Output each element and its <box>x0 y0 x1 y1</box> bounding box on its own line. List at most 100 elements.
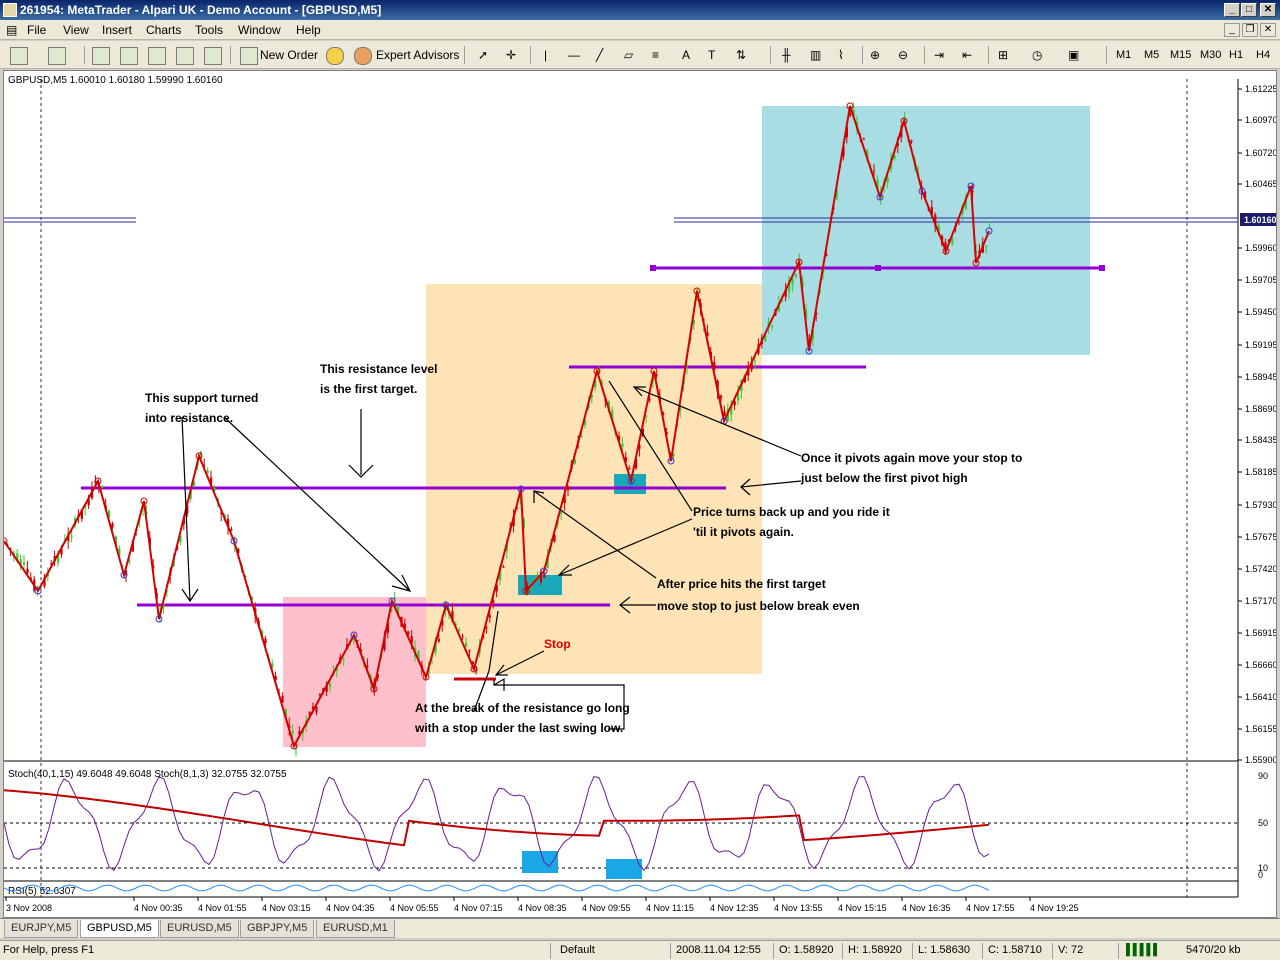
close-button[interactable]: ✕ <box>1260 3 1276 17</box>
candle <box>910 140 913 142</box>
status-volume: V: 72 <box>1058 944 1084 956</box>
periods-icon[interactable]: ◷ <box>1032 46 1042 64</box>
candle <box>458 629 461 631</box>
tab-gbpjpy-m5[interactable]: GBPJPY,M5 <box>240 920 315 938</box>
menu-insert[interactable]: Insert <box>102 23 132 37</box>
chart-shift-icon[interactable]: ⇤ <box>962 46 972 64</box>
menu-window[interactable]: Window <box>238 23 281 37</box>
price-tick: 1.55900 <box>1245 755 1276 765</box>
expert-advisors-button[interactable]: Expert Advisors <box>376 46 459 64</box>
candle <box>437 639 440 642</box>
timeframe-h4[interactable]: H4 <box>1256 47 1270 63</box>
annotation-support-2: into resistance. <box>145 411 233 425</box>
trendline-icon[interactable]: ╱ <box>596 46 603 64</box>
annotation-support-1: This support turned <box>145 391 258 405</box>
profiles-icon[interactable] <box>48 47 66 65</box>
line-chart-icon[interactable]: ⌇ <box>838 46 844 64</box>
mdi-restore-button[interactable]: ❐ <box>1242 23 1258 37</box>
maximize-button[interactable]: □ <box>1241 3 1257 17</box>
text-icon[interactable]: A <box>682 46 690 64</box>
timeframe-m15[interactable]: M15 <box>1170 47 1191 63</box>
timeframe-m30[interactable]: M30 <box>1200 47 1221 63</box>
crosshair-icon[interactable]: ✛ <box>506 46 516 64</box>
menu-view[interactable]: View <box>63 23 89 37</box>
candle <box>230 529 233 531</box>
candle <box>291 730 294 734</box>
menu-bar: ▤ File View Insert Charts Tools Window H… <box>0 20 1280 40</box>
current-price-label: 1.60160 <box>1244 215 1276 225</box>
candle <box>101 486 104 488</box>
fibonacci-icon[interactable]: ≡ <box>652 46 659 64</box>
candle <box>488 615 491 618</box>
indicators-icon[interactable]: ⊞ <box>998 46 1008 64</box>
time-tick: 4 Nov 04:35 <box>326 903 375 913</box>
candle <box>621 443 624 447</box>
candle <box>567 486 570 491</box>
candle <box>628 468 631 470</box>
tab-gbpusd-m5[interactable]: GBPUSD,M5 <box>80 920 159 938</box>
arrows-icon[interactable]: ⇅ <box>736 46 746 64</box>
data-window-icon[interactable] <box>120 47 138 65</box>
terminal-icon[interactable] <box>176 47 194 65</box>
channel-icon[interactable]: ▱ <box>624 46 633 64</box>
label-icon[interactable]: T <box>708 46 715 64</box>
candle <box>873 170 876 172</box>
annotation-stop: Stop <box>544 637 571 651</box>
menu-charts[interactable]: Charts <box>146 23 181 37</box>
annotation-resist-2: is the first target. <box>320 382 417 396</box>
window-title: 261954: MetaTrader - Alpari UK - Demo Ac… <box>20 3 382 17</box>
menu-tools[interactable]: Tools <box>195 23 223 37</box>
market-watch-icon[interactable] <box>92 47 110 65</box>
timeframe-h1[interactable]: H1 <box>1229 47 1243 63</box>
chart-window[interactable]: This support turned into resistance. Thi… <box>3 70 1277 918</box>
price-tick: 1.60465 <box>1245 179 1276 189</box>
tab-eurusd-m1[interactable]: EURUSD,M1 <box>316 920 395 938</box>
tab-eurusd-m5[interactable]: EURUSD,M5 <box>160 920 239 938</box>
zoom-out-icon[interactable]: ⊖ <box>898 46 908 64</box>
bar-chart-icon[interactable]: ╫ <box>782 46 791 64</box>
price-tick: 1.61225 <box>1245 84 1276 94</box>
price-tick: 1.60720 <box>1245 148 1276 158</box>
zoom-in-icon[interactable]: ⊕ <box>870 46 880 64</box>
price-tick: 1.56660 <box>1245 660 1276 670</box>
status-open: O: 1.58920 <box>779 944 834 956</box>
templates-icon[interactable]: ▣ <box>1068 46 1079 64</box>
cursor-icon[interactable]: ➚ <box>478 46 488 64</box>
status-traffic: 5470/20 kb <box>1186 944 1241 956</box>
expert-advisors-icon[interactable] <box>354 47 372 65</box>
status-profile: Default <box>560 944 595 956</box>
status-time: 2008.11.04 12:55 <box>676 944 761 956</box>
candlestick-icon[interactable]: ▥ <box>810 46 821 64</box>
annotation-ride-2: 'til it pivots again. <box>693 525 794 539</box>
new-order-button[interactable]: New Order <box>260 46 318 64</box>
minimize-button[interactable]: _ <box>1224 3 1240 17</box>
status-bar: For Help, press F1 Default 2008.11.04 12… <box>0 940 1280 960</box>
time-tick: 4 Nov 19:25 <box>1030 903 1079 913</box>
tab-eurjpy-m5[interactable]: EURJPY,M5 <box>4 920 79 938</box>
timeframe-m5[interactable]: M5 <box>1144 47 1159 63</box>
new-chart-icon[interactable] <box>10 47 28 65</box>
price-tick: 1.59960 <box>1245 243 1276 253</box>
menu-help[interactable]: Help <box>296 23 321 37</box>
mdi-minimize-button[interactable]: _ <box>1224 23 1240 37</box>
candle <box>23 562 26 565</box>
menu-file[interactable]: File <box>27 23 46 37</box>
timeframe-m1[interactable]: M1 <box>1116 47 1131 63</box>
rsi-line <box>4 884 990 892</box>
metaeditor-icon[interactable] <box>326 47 344 65</box>
vertical-line-icon[interactable]: | <box>544 46 547 64</box>
price-tick: 1.58435 <box>1245 435 1276 445</box>
horizontal-line-icon[interactable]: — <box>568 46 580 64</box>
navigator-icon[interactable] <box>148 47 166 65</box>
auto-scroll-icon[interactable]: ⇥ <box>934 46 944 64</box>
time-tick: 4 Nov 01:55 <box>198 903 247 913</box>
price-chart[interactable]: This support turned into resistance. Thi… <box>4 71 1276 917</box>
price-tick: 1.59450 <box>1245 307 1276 317</box>
stoch-header: Stoch(40,1,15) 49.6048 49.6048 Stoch(8,1… <box>8 769 287 780</box>
price-tick: 1.58690 <box>1245 404 1276 414</box>
tester-icon[interactable] <box>204 47 222 65</box>
annotation-long-1: At the break of the resistance go long <box>415 701 630 715</box>
target-zone <box>762 106 1090 355</box>
new-order-icon[interactable] <box>240 47 258 65</box>
mdi-close-button[interactable]: ✕ <box>1260 23 1276 37</box>
